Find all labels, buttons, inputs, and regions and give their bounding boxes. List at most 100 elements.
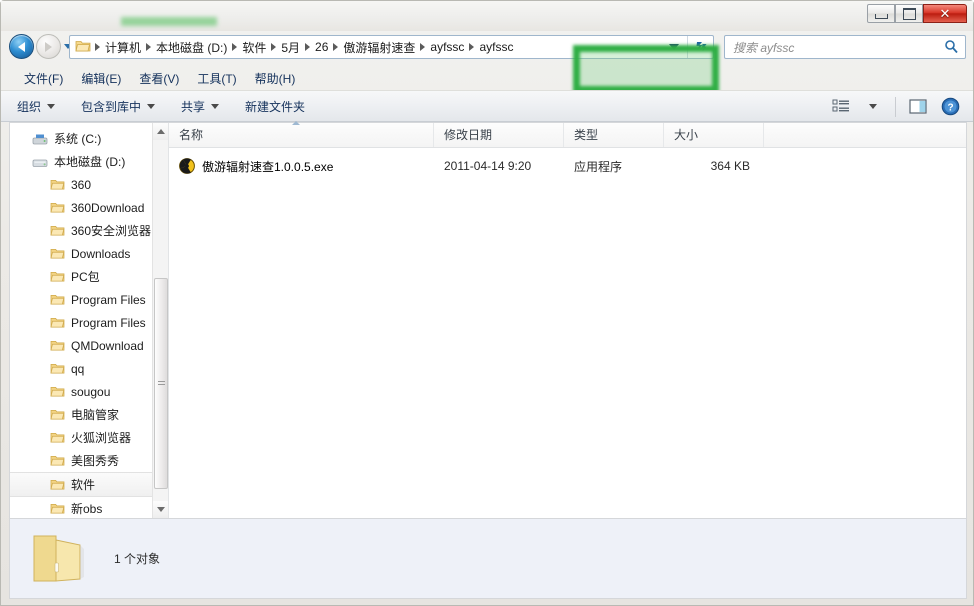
breadcrumb-item-3[interactable]: 5月 bbox=[277, 38, 304, 57]
column-header-name[interactable]: 名称 bbox=[169, 123, 434, 147]
sidebar-item-system-c[interactable]: 系统 (C:) bbox=[10, 127, 168, 150]
back-button[interactable] bbox=[9, 34, 34, 59]
menu-tools[interactable]: 工具(T) bbox=[188, 68, 245, 89]
scroll-down-button[interactable] bbox=[153, 501, 168, 518]
folder-icon bbox=[50, 410, 65, 420]
sidebar-item-downloads[interactable]: Downloads bbox=[10, 242, 168, 265]
sidebar-item-label: 本地磁盘 (D:) bbox=[54, 155, 126, 169]
radiation-icon bbox=[179, 158, 195, 174]
breadcrumb-item-2[interactable]: 软件 bbox=[238, 38, 270, 57]
sidebar-item-qmdownload[interactable]: QMDownload bbox=[10, 334, 168, 357]
folder-icon bbox=[50, 480, 65, 490]
folder-tree: 系统 (C:) 本地磁盘 (D:) 360 360Download 360安全浏… bbox=[10, 123, 168, 518]
sidebar-item-qq[interactable]: qq bbox=[10, 357, 168, 380]
sidebar-item-label: Downloads bbox=[71, 246, 131, 261]
share-button[interactable]: 共享 bbox=[171, 94, 229, 119]
file-name-cell[interactable]: 傲游辐射速查1.0.0.5.exe bbox=[169, 158, 434, 175]
sidebar-item-360download[interactable]: 360Download bbox=[10, 196, 168, 219]
chevron-down-icon bbox=[211, 103, 220, 109]
breadcrumb-item-6[interactable]: ayfssc bbox=[426, 39, 468, 55]
sidebar-item-label: 新obs bbox=[71, 502, 103, 516]
sidebar-item-new-obs[interactable]: 新obs bbox=[10, 497, 168, 518]
folder-icon bbox=[50, 295, 65, 305]
sidebar-item-360-browser[interactable]: 360安全浏览器 bbox=[10, 219, 168, 242]
file-name-label: 傲游辐射速查1.0.0.5.exe bbox=[202, 159, 334, 174]
folder-large-icon bbox=[33, 535, 84, 582]
address-row: 计算机 本地磁盘 (D:) 软件 5月 26 傲游辐射速查 ayfssc ayf… bbox=[1, 31, 973, 93]
view-list-icon bbox=[832, 99, 849, 112]
forward-button[interactable] bbox=[36, 34, 61, 59]
breadcrumb-item-0[interactable]: 计算机 bbox=[101, 38, 145, 57]
sidebar-item-label: sougou bbox=[71, 384, 111, 399]
close-button[interactable]: ✕ bbox=[923, 4, 967, 23]
maximize-icon bbox=[902, 7, 916, 20]
folder-icon bbox=[75, 39, 91, 56]
menu-help[interactable]: 帮助(H) bbox=[246, 68, 305, 89]
maximize-button[interactable] bbox=[895, 4, 923, 23]
breadcrumb-item-4[interactable]: 26 bbox=[311, 39, 332, 55]
scroll-up-button[interactable] bbox=[153, 123, 168, 140]
sidebar-item-label: 360 bbox=[71, 177, 92, 192]
sidebar-item-program-files-x86[interactable]: Program Files bbox=[10, 311, 168, 334]
sidebar-item-360[interactable]: 360 bbox=[10, 173, 168, 196]
menu-file-label: 文件(F) bbox=[24, 72, 64, 86]
column-header-type[interactable]: 类型 bbox=[564, 123, 664, 147]
preview-pane-icon bbox=[909, 99, 927, 114]
sidebar-item-label: QMDownload bbox=[71, 338, 144, 353]
breadcrumb-item-7[interactable]: ayfssc bbox=[475, 39, 517, 55]
toolbar-divider bbox=[895, 96, 896, 117]
navigation-pane-scrollbar[interactable] bbox=[152, 123, 168, 518]
address-bar[interactable]: 计算机 本地磁盘 (D:) 软件 5月 26 傲游辐射速查 ayfssc ayf… bbox=[69, 35, 714, 59]
folder-icon bbox=[50, 341, 65, 351]
folder-icon bbox=[50, 364, 65, 374]
breadcrumb-separator-icon bbox=[271, 43, 277, 51]
explorer-window: ✕ 计算机 本地磁盘 (D:) 软件 5月 26 傲游辐射速查 ayfssc a… bbox=[0, 0, 974, 606]
new-folder-button[interactable]: 新建文件夹 bbox=[235, 94, 315, 119]
table-row[interactable]: 傲游辐射速查1.0.0.5.exe 2011-04-14 9:20 应用程序 3… bbox=[169, 148, 966, 180]
view-dropdown-button[interactable] bbox=[858, 94, 888, 119]
column-header-date[interactable]: 修改日期 bbox=[434, 123, 564, 147]
sidebar-item-local-disk-d[interactable]: 本地磁盘 (D:) bbox=[10, 150, 168, 173]
folder-icon bbox=[50, 387, 65, 397]
refresh-button[interactable] bbox=[687, 36, 713, 58]
preview-pane-button[interactable] bbox=[903, 94, 933, 119]
sidebar-item-firefox[interactable]: 火狐浏览器 bbox=[10, 426, 168, 449]
sidebar-item-pc-bao[interactable]: PC包 bbox=[10, 265, 168, 288]
drive-icon bbox=[32, 159, 48, 167]
sidebar-item-computer-manager[interactable]: 电脑管家 bbox=[10, 403, 168, 426]
search-box[interactable]: 搜索 ayfssc bbox=[724, 35, 966, 59]
chevron-up-icon bbox=[157, 129, 165, 134]
folder-icon bbox=[50, 272, 65, 282]
new-folder-label: 新建文件夹 bbox=[245, 99, 306, 114]
menu-file[interactable]: 文件(F) bbox=[15, 68, 72, 89]
column-header-row: 名称 修改日期 类型 大小 bbox=[169, 121, 966, 148]
organize-button[interactable]: 组织 bbox=[7, 94, 65, 119]
svg-text:?: ? bbox=[947, 103, 953, 114]
status-bar: 1 个对象 bbox=[9, 519, 967, 599]
minimize-button[interactable] bbox=[867, 4, 895, 23]
breadcrumb-separator-icon bbox=[232, 43, 238, 51]
menu-tools-label: 工具(T) bbox=[197, 72, 237, 86]
file-size-cell: 364 KB bbox=[710, 159, 750, 173]
drive-system-icon bbox=[32, 134, 48, 144]
help-button[interactable]: ? bbox=[935, 94, 965, 119]
column-header-size[interactable]: 大小 bbox=[664, 123, 764, 147]
sidebar-item-program-files[interactable]: Program Files bbox=[10, 288, 168, 311]
sidebar-item-sougou[interactable]: sougou bbox=[10, 380, 168, 403]
chevron-down-icon[interactable] bbox=[669, 44, 679, 50]
file-list-pane[interactable]: 名称 修改日期 类型 大小 傲游辐射速查1.0.0.5.exe 2011-04-… bbox=[169, 121, 966, 518]
sidebar-item-meitu[interactable]: 美图秀秀 bbox=[10, 449, 168, 472]
breadcrumb-item-1[interactable]: 本地磁盘 (D:) bbox=[152, 38, 231, 57]
close-icon: ✕ bbox=[939, 5, 951, 21]
include-in-library-button[interactable]: 包含到库中 bbox=[71, 94, 165, 119]
menu-view[interactable]: 查看(V) bbox=[130, 68, 188, 89]
folder-icon bbox=[50, 180, 65, 190]
search-input[interactable]: 搜索 ayfssc bbox=[725, 39, 944, 56]
scrollbar-thumb[interactable] bbox=[154, 278, 168, 489]
change-view-button[interactable] bbox=[826, 94, 856, 119]
folder-icon bbox=[50, 249, 65, 259]
breadcrumb-item-5[interactable]: 傲游辐射速查 bbox=[339, 38, 419, 57]
sidebar-item-software[interactable]: 软件 bbox=[10, 472, 168, 497]
navigation-pane[interactable]: 系统 (C:) 本地磁盘 (D:) 360 360Download 360安全浏… bbox=[10, 123, 169, 518]
menu-edit[interactable]: 编辑(E) bbox=[72, 68, 130, 89]
